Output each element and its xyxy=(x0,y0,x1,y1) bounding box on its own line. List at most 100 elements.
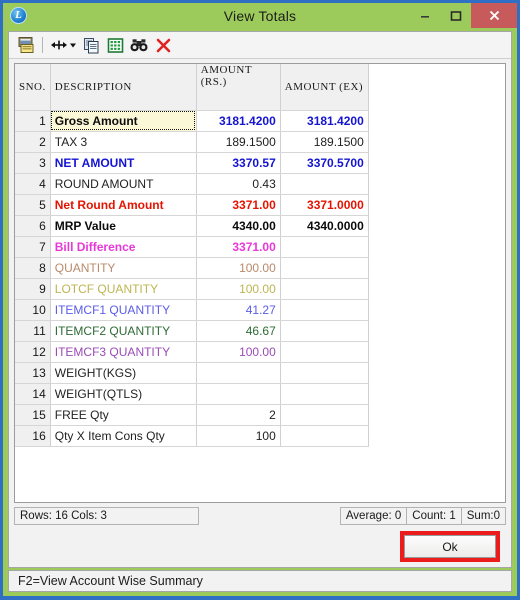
grid-body: 1 Gross Amount 3181.4200 3181.4200 2 TAX 3 189… xyxy=(15,110,369,447)
table-row[interactable]: 11 ITEMCF2 QUANTITY 46.67 xyxy=(15,320,369,342)
table-row[interactable]: 6 MRP Value 4340.00 4340.0000 xyxy=(15,215,369,237)
cell-sno[interactable]: 16 xyxy=(15,425,51,447)
cell-amount-ex[interactable]: 3371.0000 xyxy=(280,194,369,216)
cell-amount[interactable]: 4340.00 xyxy=(196,215,281,237)
cell-amount[interactable]: 3370.57 xyxy=(196,152,281,174)
cell-description[interactable]: QUANTITY xyxy=(50,257,197,279)
cell-description[interactable]: FREE Qty xyxy=(50,404,197,426)
close-grid-button[interactable] xyxy=(152,34,174,56)
cell-description[interactable]: MRP Value xyxy=(50,215,197,237)
cell-sno[interactable]: 8 xyxy=(15,257,51,279)
cell-description[interactable]: Net Round Amount xyxy=(50,194,197,216)
cell-amount-ex[interactable]: 3181.4200 xyxy=(280,110,369,132)
cell-description[interactable]: Qty X Item Cons Qty xyxy=(50,425,197,447)
cell-amount-ex[interactable] xyxy=(280,320,369,342)
cell-description[interactable]: WEIGHT(KGS) xyxy=(50,362,197,384)
table-row[interactable]: 1 Gross Amount 3181.4200 3181.4200 xyxy=(15,110,369,132)
ok-button[interactable]: Ok xyxy=(404,535,496,558)
column-header-amount-line2: (RS.) xyxy=(200,76,227,88)
cell-sno[interactable]: 13 xyxy=(15,362,51,384)
cell-amount-ex[interactable]: 189.1500 xyxy=(280,131,369,153)
column-width-button[interactable] xyxy=(48,34,78,56)
copy-icon xyxy=(83,37,98,53)
cell-description[interactable]: ITEMCF1 QUANTITY xyxy=(50,299,197,321)
cell-sno[interactable]: 2 xyxy=(15,131,51,153)
print-preview-button[interactable] xyxy=(15,34,37,56)
cell-description[interactable]: LOTCF QUANTITY xyxy=(50,278,197,300)
cell-amount[interactable]: 100.00 xyxy=(196,341,281,363)
column-width-dropdown-icon xyxy=(51,40,76,50)
table-row[interactable]: 10 ITEMCF1 QUANTITY 41.27 xyxy=(15,299,369,321)
table-row[interactable]: 4 ROUND AMOUNT 0.43 xyxy=(15,173,369,195)
table-row[interactable]: 15 FREE Qty 2 xyxy=(15,404,369,426)
cell-sno[interactable]: 11 xyxy=(15,320,51,342)
cell-sno[interactable]: 3 xyxy=(15,152,51,174)
table-row[interactable]: 5 Net Round Amount 3371.00 3371.0000 xyxy=(15,194,369,216)
cell-amount-ex[interactable] xyxy=(280,404,369,426)
cell-sno[interactable]: 10 xyxy=(15,299,51,321)
cell-sno[interactable]: 6 xyxy=(15,215,51,237)
column-header-amount-ex[interactable]: AMOUNT (EX) xyxy=(280,64,369,111)
table-row[interactable]: 13 WEIGHT(KGS) xyxy=(15,362,369,384)
cell-amount-ex[interactable] xyxy=(280,341,369,363)
cell-amount[interactable]: 100.00 xyxy=(196,257,281,279)
cell-description[interactable]: ROUND AMOUNT xyxy=(50,173,197,195)
maximize-button[interactable] xyxy=(440,3,471,28)
table-row[interactable]: 16 Qty X Item Cons Qty 100 xyxy=(15,425,369,447)
cell-amount[interactable]: 0.43 xyxy=(196,173,281,195)
table-row[interactable]: 14 WEIGHT(QTLS) xyxy=(15,383,369,405)
cell-description[interactable]: NET AMOUNT xyxy=(50,152,197,174)
cell-description[interactable]: ITEMCF3 QUANTITY xyxy=(50,341,197,363)
cell-sno[interactable]: 9 xyxy=(15,278,51,300)
cell-amount[interactable]: 189.1500 xyxy=(196,131,281,153)
cell-description[interactable]: WEIGHT(QTLS) xyxy=(50,383,197,405)
totals-grid-container[interactable]: SNO. DESCRIPTION AMOUNT (RS.) AMOUNT (EX… xyxy=(14,63,506,503)
table-row[interactable]: 12 ITEMCF3 QUANTITY 100.00 xyxy=(15,341,369,363)
cell-amount-ex[interactable] xyxy=(280,383,369,405)
cell-amount[interactable]: 3371.00 xyxy=(196,194,281,216)
cell-amount-ex[interactable] xyxy=(280,236,369,258)
export-excel-button[interactable] xyxy=(104,34,126,56)
cell-amount[interactable]: 100 xyxy=(196,425,281,447)
cell-amount[interactable] xyxy=(196,383,281,405)
cell-amount-ex[interactable] xyxy=(280,362,369,384)
column-header-amount[interactable]: AMOUNT (RS.) xyxy=(196,64,281,111)
column-header-description[interactable]: DESCRIPTION xyxy=(50,64,197,111)
cell-description[interactable]: ITEMCF2 QUANTITY xyxy=(50,320,197,342)
find-button[interactable] xyxy=(128,34,150,56)
cell-amount-ex[interactable] xyxy=(280,299,369,321)
cell-description[interactable]: Gross Amount xyxy=(50,110,197,132)
cell-amount[interactable]: 41.27 xyxy=(196,299,281,321)
cell-sno[interactable]: 15 xyxy=(15,404,51,426)
cell-sno[interactable]: 5 xyxy=(15,194,51,216)
cell-sno[interactable]: 7 xyxy=(15,236,51,258)
cell-amount-ex[interactable] xyxy=(280,278,369,300)
cell-amount[interactable] xyxy=(196,362,281,384)
cell-amount[interactable]: 3181.4200 xyxy=(196,110,281,132)
cell-amount-ex[interactable]: 3370.5700 xyxy=(280,152,369,174)
cell-amount[interactable]: 3371.00 xyxy=(196,236,281,258)
cell-sno[interactable]: 14 xyxy=(15,383,51,405)
cell-amount-ex[interactable] xyxy=(280,425,369,447)
table-row[interactable]: 8 QUANTITY 100.00 xyxy=(15,257,369,279)
cell-description[interactable]: TAX 3 xyxy=(50,131,197,153)
cell-amount[interactable]: 2 xyxy=(196,404,281,426)
table-row[interactable]: 2 TAX 3 189.1500 189.1500 xyxy=(15,131,369,153)
copy-button[interactable] xyxy=(80,34,102,56)
cell-sno[interactable]: 12 xyxy=(15,341,51,363)
cell-amount-ex[interactable] xyxy=(280,173,369,195)
table-row[interactable]: 7 Bill Difference 3371.00 xyxy=(15,236,369,258)
cell-amount-ex[interactable] xyxy=(280,257,369,279)
cell-sno[interactable]: 1 xyxy=(15,110,51,132)
table-row[interactable]: 3 NET AMOUNT 3370.57 3370.5700 xyxy=(15,152,369,174)
cell-sno[interactable]: 4 xyxy=(15,173,51,195)
title-bar[interactable]: L View Totals xyxy=(3,3,517,28)
cell-amount-ex[interactable]: 4340.0000 xyxy=(280,215,369,237)
cell-amount[interactable]: 46.67 xyxy=(196,320,281,342)
column-header-sno[interactable]: SNO. xyxy=(15,64,51,111)
close-button[interactable] xyxy=(471,3,517,28)
cell-amount[interactable]: 100.00 xyxy=(196,278,281,300)
minimize-button[interactable] xyxy=(409,3,440,28)
cell-description[interactable]: Bill Difference xyxy=(50,236,197,258)
table-row[interactable]: 9 LOTCF QUANTITY 100.00 xyxy=(15,278,369,300)
